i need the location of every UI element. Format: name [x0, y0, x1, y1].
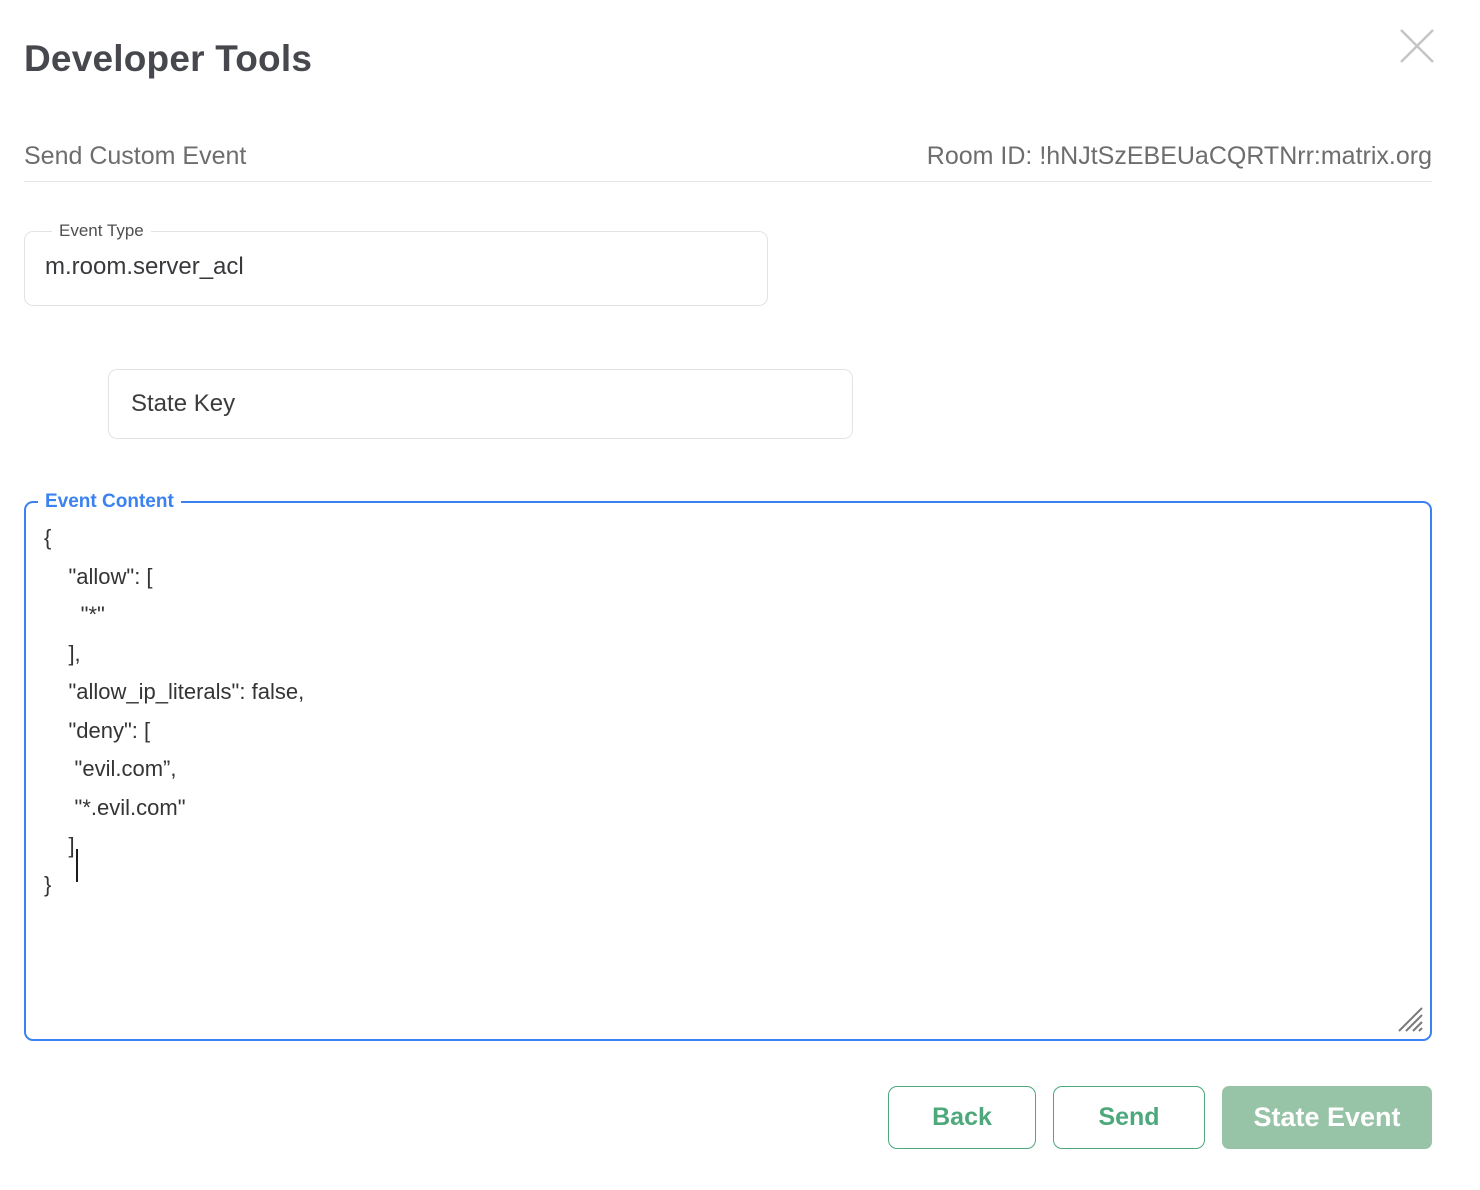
back-button[interactable]: Back [888, 1086, 1036, 1149]
event-content-textarea[interactable]: { "allow": [ "*" ], "allow_ip_literals":… [30, 513, 1426, 1018]
event-content-field: Event Content { "allow": [ "*" ], "allow… [24, 491, 1432, 1041]
state-key-input[interactable] [108, 369, 853, 439]
resize-handle-icon[interactable] [1397, 1006, 1423, 1032]
close-button[interactable] [1396, 26, 1438, 68]
section-title: Send Custom Event [24, 142, 246, 171]
developer-tools-dialog: Developer Tools Send Custom Event Room I… [0, 0, 1480, 1190]
dialog-header: Send Custom Event Room ID: !hNJtSzEBEUaC… [24, 142, 1432, 182]
send-button[interactable]: Send [1053, 1086, 1205, 1149]
room-id-label: Room ID: !hNJtSzEBEUaCQRTNrr:matrix.org [927, 142, 1432, 171]
close-icon [1397, 54, 1437, 69]
event-type-input[interactable] [45, 253, 747, 281]
dialog-actions: Back Send State Event [24, 1086, 1432, 1149]
event-content-label: Event Content [38, 491, 181, 513]
page-title: Developer Tools [24, 0, 1432, 80]
event-type-label: Event Type [52, 221, 151, 241]
text-cursor [76, 849, 78, 882]
event-type-field: Event Type [24, 221, 768, 306]
state-event-button[interactable]: State Event [1222, 1086, 1432, 1149]
